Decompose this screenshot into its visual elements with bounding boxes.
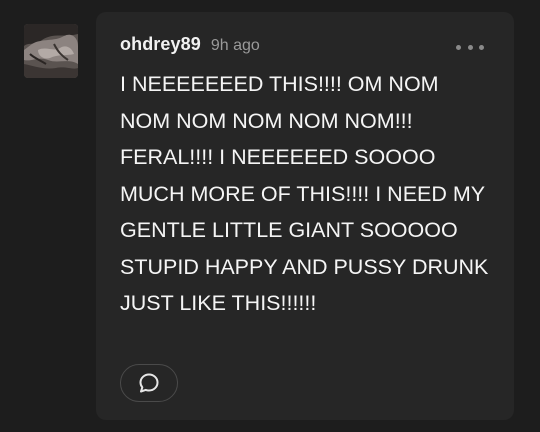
comment-header: ohdrey89 9h ago — [120, 34, 494, 58]
comment-text: I NEEEEEEED THIS!!!! OM NOM NOM NOM NOM … — [120, 72, 489, 315]
username[interactable]: ohdrey89 — [120, 34, 201, 55]
comment-card: ohdrey89 9h ago I NEEEEEEED THIS!!!! OM … — [96, 12, 514, 420]
more-options-button[interactable] — [456, 40, 484, 54]
page: ohdrey89 9h ago I NEEEEEEED THIS!!!! OM … — [0, 0, 540, 432]
avatar[interactable] — [24, 24, 78, 78]
more-horizontal-icon — [467, 44, 473, 50]
speech-bubble-icon — [139, 373, 159, 393]
avatar-image — [24, 24, 78, 78]
more-horizontal-icon — [479, 44, 484, 50]
more-horizontal-icon — [456, 44, 461, 50]
timestamp[interactable]: 9h ago — [211, 37, 260, 55]
reply-button[interactable] — [120, 364, 178, 402]
